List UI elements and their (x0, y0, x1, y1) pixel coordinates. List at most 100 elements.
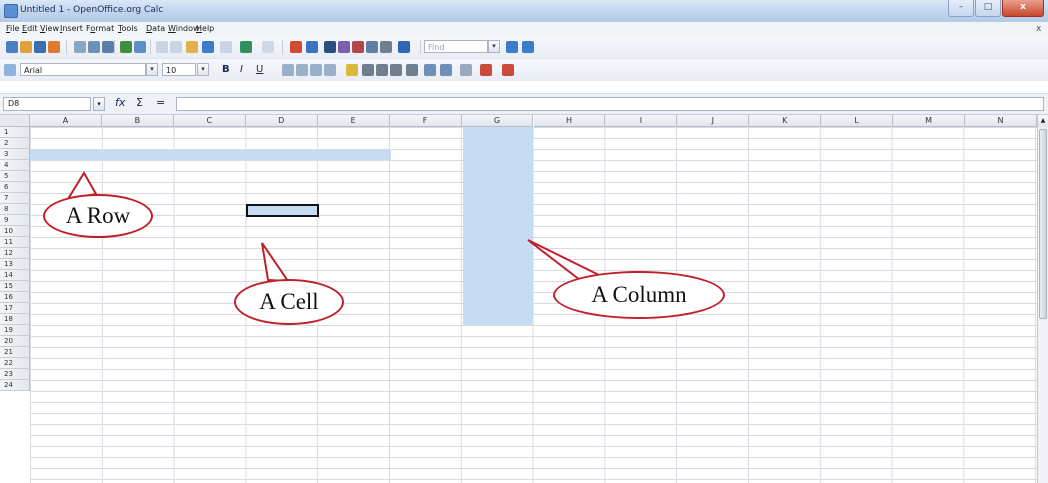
row-header-24[interactable]: 24 (0, 380, 30, 391)
cell-area[interactable] (30, 127, 1037, 483)
menu-data[interactable]: Data (146, 24, 165, 33)
column-header-e[interactable]: E (317, 115, 390, 127)
find-icon[interactable] (324, 41, 336, 53)
save-icon[interactable] (34, 41, 46, 53)
decimal-icon[interactable] (406, 64, 418, 76)
indent-decrease-icon[interactable] (424, 64, 436, 76)
cut-icon[interactable] (156, 41, 168, 53)
row-header-4[interactable]: 4 (0, 160, 30, 171)
menu-edit[interactable]: Edit (22, 24, 38, 33)
maximize-button[interactable]: □ (975, 0, 1001, 17)
menu-window[interactable]: Window (168, 24, 200, 33)
zoom-icon[interactable] (380, 41, 392, 53)
row-header-2[interactable]: 2 (0, 138, 30, 149)
row-header-19[interactable]: 19 (0, 325, 30, 336)
print-icon[interactable] (102, 41, 114, 53)
edit-file-icon[interactable] (74, 41, 86, 53)
borders-icon[interactable] (460, 64, 472, 76)
row-header-21[interactable]: 21 (0, 347, 30, 358)
close-document-icon[interactable]: x (1036, 24, 1041, 34)
name-box-dropdown-arrow[interactable]: ▾ (93, 97, 105, 111)
font-name-dropdown-arrow[interactable]: ▾ (146, 63, 158, 76)
sum-button[interactable]: Σ (136, 96, 143, 109)
paste-icon[interactable] (186, 41, 198, 53)
styles-icon[interactable] (4, 64, 16, 76)
menu-insert[interactable]: Insert (60, 24, 83, 33)
row-header-18[interactable]: 18 (0, 314, 30, 325)
find-dropdown-arrow[interactable]: ▾ (488, 40, 500, 53)
background-color-icon[interactable] (480, 64, 492, 76)
export-pdf-icon[interactable] (88, 41, 100, 53)
redo-icon[interactable] (220, 41, 232, 53)
column-header-j[interactable]: J (677, 115, 750, 127)
percent-icon[interactable] (376, 64, 388, 76)
menu-help[interactable]: Help (196, 24, 214, 33)
formula-input[interactable] (176, 97, 1044, 111)
justify-icon[interactable] (324, 64, 336, 76)
row-header-12[interactable]: 12 (0, 248, 30, 259)
select-all-corner[interactable] (0, 115, 30, 127)
row-header-17[interactable]: 17 (0, 303, 30, 314)
underline-button[interactable]: U (256, 64, 263, 75)
hyperlink-icon[interactable] (240, 41, 252, 53)
function-button[interactable]: = (156, 96, 165, 109)
merge-icon[interactable] (346, 64, 358, 76)
find-next-icon[interactable] (506, 41, 518, 53)
column-header-m[interactable]: M (893, 115, 966, 127)
draw-icon[interactable] (306, 41, 318, 53)
row-header-15[interactable]: 15 (0, 281, 30, 292)
column-header-c[interactable]: C (173, 115, 246, 127)
email-icon[interactable] (48, 41, 60, 53)
column-header-l[interactable]: L (821, 115, 894, 127)
selected-cell[interactable] (245, 204, 319, 217)
currency-icon[interactable] (362, 64, 374, 76)
row-header-8[interactable]: 8 (0, 204, 30, 215)
column-header-k[interactable]: K (749, 115, 822, 127)
menu-tools[interactable]: Tools (118, 24, 138, 33)
menu-view[interactable]: View (40, 24, 59, 33)
undo-icon[interactable] (202, 41, 214, 53)
name-box[interactable]: D8 (3, 97, 91, 111)
column-header-b[interactable]: B (101, 115, 174, 127)
row-header-14[interactable]: 14 (0, 270, 30, 281)
font-name-box[interactable]: Arial (20, 63, 146, 76)
find-prev-icon[interactable] (522, 41, 534, 53)
align-right-icon[interactable] (310, 64, 322, 76)
indent-increase-icon[interactable] (440, 64, 452, 76)
function-wizard-button[interactable]: fx (115, 96, 125, 109)
number-icon[interactable] (390, 64, 402, 76)
row-header-3[interactable]: 3 (0, 149, 30, 160)
vertical-scrollbar[interactable]: ▲ (1037, 115, 1048, 483)
spellcheck-icon[interactable] (120, 41, 132, 53)
bold-button[interactable]: B (222, 64, 230, 75)
column-header-g[interactable]: G (461, 115, 534, 127)
row-header-10[interactable]: 10 (0, 226, 30, 237)
row-header-13[interactable]: 13 (0, 259, 30, 270)
copy-icon[interactable] (170, 41, 182, 53)
row-header-1[interactable]: 1 (0, 127, 30, 138)
sort-asc-icon[interactable] (262, 41, 274, 53)
close-button[interactable]: x (1002, 0, 1044, 17)
minimize-button[interactable]: – (948, 0, 974, 17)
help-icon[interactable] (398, 41, 410, 53)
column-header-h[interactable]: H (533, 115, 606, 127)
find-input[interactable]: Find (424, 40, 488, 53)
align-center-icon[interactable] (296, 64, 308, 76)
column-header-n[interactable]: N (965, 115, 1037, 127)
row-header-7[interactable]: 7 (0, 193, 30, 204)
align-left-icon[interactable] (282, 64, 294, 76)
italic-button[interactable]: I (240, 64, 243, 75)
scrollbar-thumb[interactable] (1039, 129, 1047, 319)
open-icon[interactable] (20, 41, 32, 53)
new-icon[interactable] (6, 41, 18, 53)
row-header-20[interactable]: 20 (0, 336, 30, 347)
scroll-up-icon[interactable]: ▲ (1038, 115, 1048, 127)
row-header-9[interactable]: 9 (0, 215, 30, 226)
menu-file[interactable]: File (6, 24, 19, 33)
datasources-icon[interactable] (366, 41, 378, 53)
navigator-icon[interactable] (338, 41, 350, 53)
column-header-i[interactable]: I (605, 115, 678, 127)
column-header-f[interactable]: F (389, 115, 462, 127)
column-header-d[interactable]: D (245, 115, 318, 127)
font-color-icon[interactable] (502, 64, 514, 76)
